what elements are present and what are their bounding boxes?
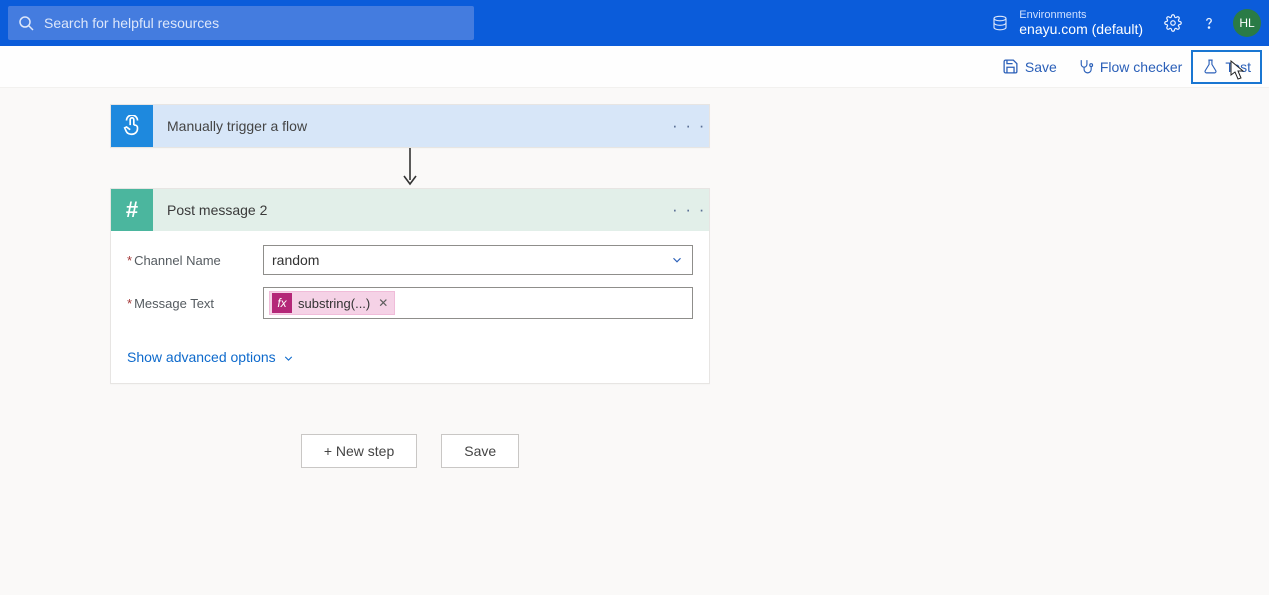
action-header[interactable]: # Post message 2 · · · [111, 189, 709, 231]
search-input-wrap[interactable] [8, 6, 474, 40]
connector-arrow [110, 148, 710, 188]
trigger-icon-tile [111, 105, 153, 147]
chevron-down-icon [282, 352, 295, 365]
show-advanced-label: Show advanced options [127, 349, 276, 365]
save-button[interactable]: Save [992, 51, 1067, 83]
top-header: Environments enayu.com (default) HL [0, 0, 1269, 46]
trigger-menu-button[interactable]: · · · [669, 116, 709, 136]
action-card: # Post message 2 · · · *Channel Name ran… [110, 188, 710, 384]
trigger-card[interactable]: Manually trigger a flow · · · [110, 104, 710, 148]
test-label: Test [1225, 59, 1251, 75]
gear-icon [1164, 14, 1182, 32]
new-step-button[interactable]: + New step [301, 434, 417, 468]
avatar[interactable]: HL [1233, 9, 1261, 37]
help-icon [1200, 14, 1218, 32]
search-icon [18, 15, 34, 31]
flask-icon [1202, 58, 1219, 75]
environment-value: enayu.com (default) [1019, 21, 1143, 37]
message-text-label: *Message Text [127, 296, 263, 311]
trigger-title: Manually trigger a flow [153, 118, 669, 134]
bottom-actions: + New step Save [110, 434, 710, 468]
action-menu-button[interactable]: · · · [669, 200, 709, 220]
channel-name-select[interactable]: random [263, 245, 693, 275]
flow-checker-label: Flow checker [1100, 59, 1182, 75]
flow-canvas: Manually trigger a flow · · · # Post mes… [0, 88, 1269, 468]
remove-token-button[interactable]: ✕ [378, 296, 388, 310]
action-title: Post message 2 [153, 202, 669, 218]
search-input[interactable] [44, 15, 464, 31]
save-icon [1002, 58, 1019, 75]
expression-token-text: substring(...) [298, 296, 370, 311]
environment-picker[interactable]: Environments enayu.com (default) [991, 9, 1143, 38]
fx-icon: fx [272, 293, 292, 313]
action-icon-tile: # [111, 189, 153, 231]
message-text-input[interactable]: fx substring(...) ✕ [263, 287, 693, 319]
environment-icon [991, 14, 1009, 32]
flow-checker-button[interactable]: Flow checker [1067, 51, 1192, 83]
save-flow-button[interactable]: Save [441, 434, 519, 468]
test-button[interactable]: Test [1192, 51, 1261, 83]
tap-icon [121, 115, 143, 137]
trigger-header[interactable]: Manually trigger a flow · · · [111, 105, 709, 147]
show-advanced-options[interactable]: Show advanced options [127, 349, 295, 365]
channel-name-label: *Channel Name [127, 253, 263, 268]
environments-label: Environments [1019, 9, 1143, 22]
chevron-down-icon [670, 253, 684, 267]
hash-icon: # [126, 197, 138, 223]
channel-name-value: random [272, 252, 319, 268]
arrow-down-icon [401, 148, 419, 188]
help-button[interactable] [1191, 5, 1227, 41]
save-label: Save [1025, 59, 1057, 75]
expression-token[interactable]: fx substring(...) ✕ [269, 291, 395, 315]
stethoscope-icon [1077, 58, 1094, 75]
command-bar: Save Flow checker Test [0, 46, 1269, 88]
settings-button[interactable] [1155, 5, 1191, 41]
